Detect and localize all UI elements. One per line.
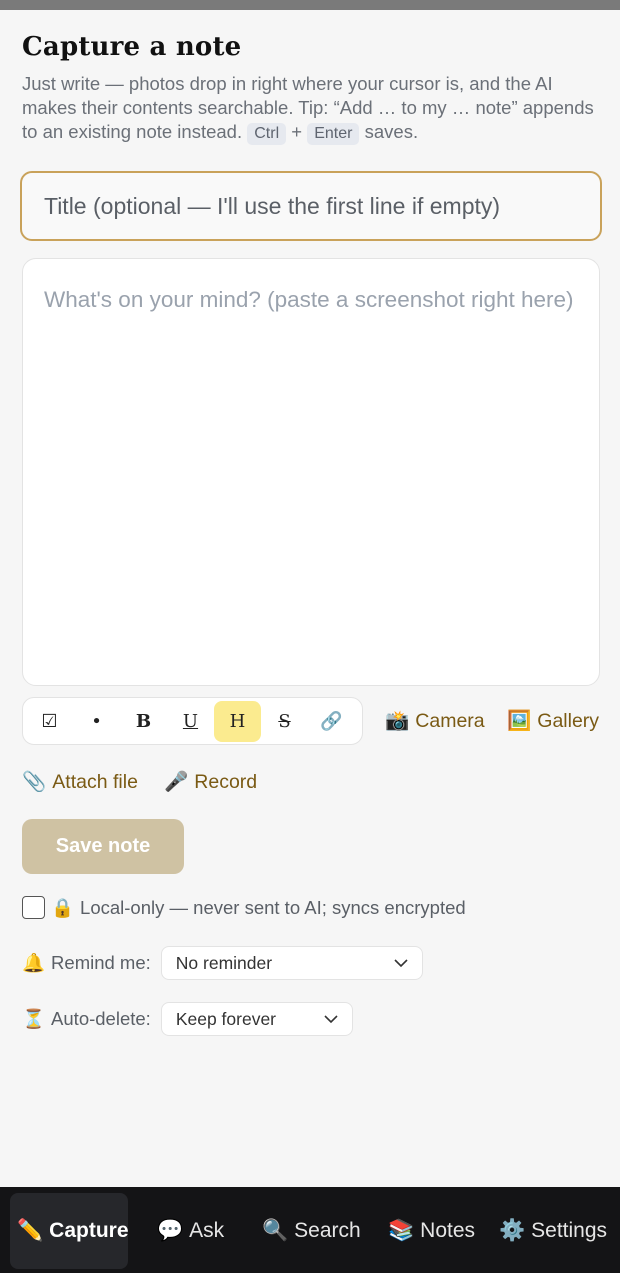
local-only-label: Local-only — never sent to AI; syncs enc… <box>80 896 466 918</box>
hourglass-icon: ⏳ <box>22 1008 46 1029</box>
tab-capture-label: Capture <box>49 1219 129 1242</box>
lock-icon: 🔒 <box>51 896 75 918</box>
tab-ask-label: Ask <box>189 1219 225 1242</box>
underline-button[interactable]: U <box>167 701 214 742</box>
tab-notes[interactable]: 📚 Notes <box>388 1193 475 1269</box>
bottom-nav: ✏️ Capture 💬 Ask 🔍 Search 📚 Notes ⚙️ Settings <box>0 1187 620 1273</box>
shortcut-suffix: saves. <box>364 121 419 142</box>
tab-search[interactable]: 🔍 Search <box>262 1193 361 1269</box>
bold-button[interactable]: B <box>120 701 167 742</box>
chevron-down-icon <box>324 1014 338 1023</box>
reminder-value: No reminder <box>175 952 273 973</box>
ctrl-key: Ctrl <box>247 123 287 145</box>
reminder-select[interactable]: No reminder <box>160 946 423 980</box>
auto-delete-label: Auto-delete: <box>51 1008 151 1029</box>
bullet-button[interactable]: • <box>73 701 120 742</box>
chevron-down-icon <box>394 958 408 967</box>
gallery-label: Gallery <box>537 710 600 732</box>
tab-search-label: Search <box>294 1219 361 1242</box>
gallery-button[interactable]: 🖼️ Gallery <box>507 709 599 733</box>
status-bar <box>0 0 620 10</box>
gear-icon: ⚙️ <box>499 1219 526 1242</box>
camera-label: Camera <box>415 710 485 732</box>
pencil-icon: ✏️ <box>17 1219 44 1242</box>
microphone-icon: 🎤 <box>164 771 189 793</box>
intro-text: Just write — photos drop in right where … <box>22 72 600 145</box>
highlight-button[interactable]: H <box>214 700 261 742</box>
enter-key: Enter <box>307 123 360 145</box>
plus-sign: + <box>291 121 303 142</box>
paperclip-icon: 📎 <box>22 771 47 793</box>
strikethrough-button[interactable]: S <box>261 701 308 742</box>
tab-notes-label: Notes <box>420 1219 476 1242</box>
tab-ask[interactable]: 💬 Ask <box>157 1193 224 1269</box>
camera-icon: 📸 <box>385 710 410 732</box>
tab-settings-label: Settings <box>531 1219 608 1242</box>
auto-delete-row: ⏳ Auto-delete: Keep forever <box>22 1002 353 1036</box>
local-only-row: 🔒 Local-only — never sent to AI; syncs e… <box>22 896 466 919</box>
local-only-checkbox[interactable] <box>22 896 45 919</box>
link-button[interactable]: 🔗 <box>308 701 355 742</box>
note-body-input[interactable] <box>22 258 600 686</box>
title-input[interactable] <box>20 171 602 241</box>
capture-panel: Capture a note Just write — photos drop … <box>20 10 602 1036</box>
bell-icon: 🔔 <box>22 952 46 973</box>
checklist-button[interactable]: ☑ <box>26 701 73 742</box>
tab-capture[interactable]: ✏️ Capture <box>10 1193 129 1269</box>
record-label: Record <box>194 771 258 793</box>
auto-delete-select[interactable]: Keep forever <box>160 1002 353 1036</box>
gallery-icon: 🖼️ <box>507 710 532 732</box>
magnifier-icon: 🔍 <box>262 1219 289 1242</box>
camera-button[interactable]: 📸 Camera <box>385 709 485 733</box>
attach-file-button[interactable]: 📎 Attach file <box>22 770 138 794</box>
page-title: Capture a note <box>22 32 242 62</box>
reminder-label: Remind me: <box>51 952 151 973</box>
save-note-button[interactable]: Save note <box>22 819 184 874</box>
reminder-row: 🔔 Remind me: No reminder <box>22 946 423 980</box>
record-button[interactable]: 🎤 Record <box>164 770 257 794</box>
tab-settings[interactable]: ⚙️ Settings <box>499 1193 607 1269</box>
auto-delete-value: Keep forever <box>175 1008 277 1029</box>
speech-bubble-icon: 💬 <box>157 1219 184 1242</box>
attach-file-label: Attach file <box>52 771 138 793</box>
books-icon: 📚 <box>388 1219 415 1242</box>
format-toolbar: ☑ • B U H S 🔗 <box>22 697 363 745</box>
